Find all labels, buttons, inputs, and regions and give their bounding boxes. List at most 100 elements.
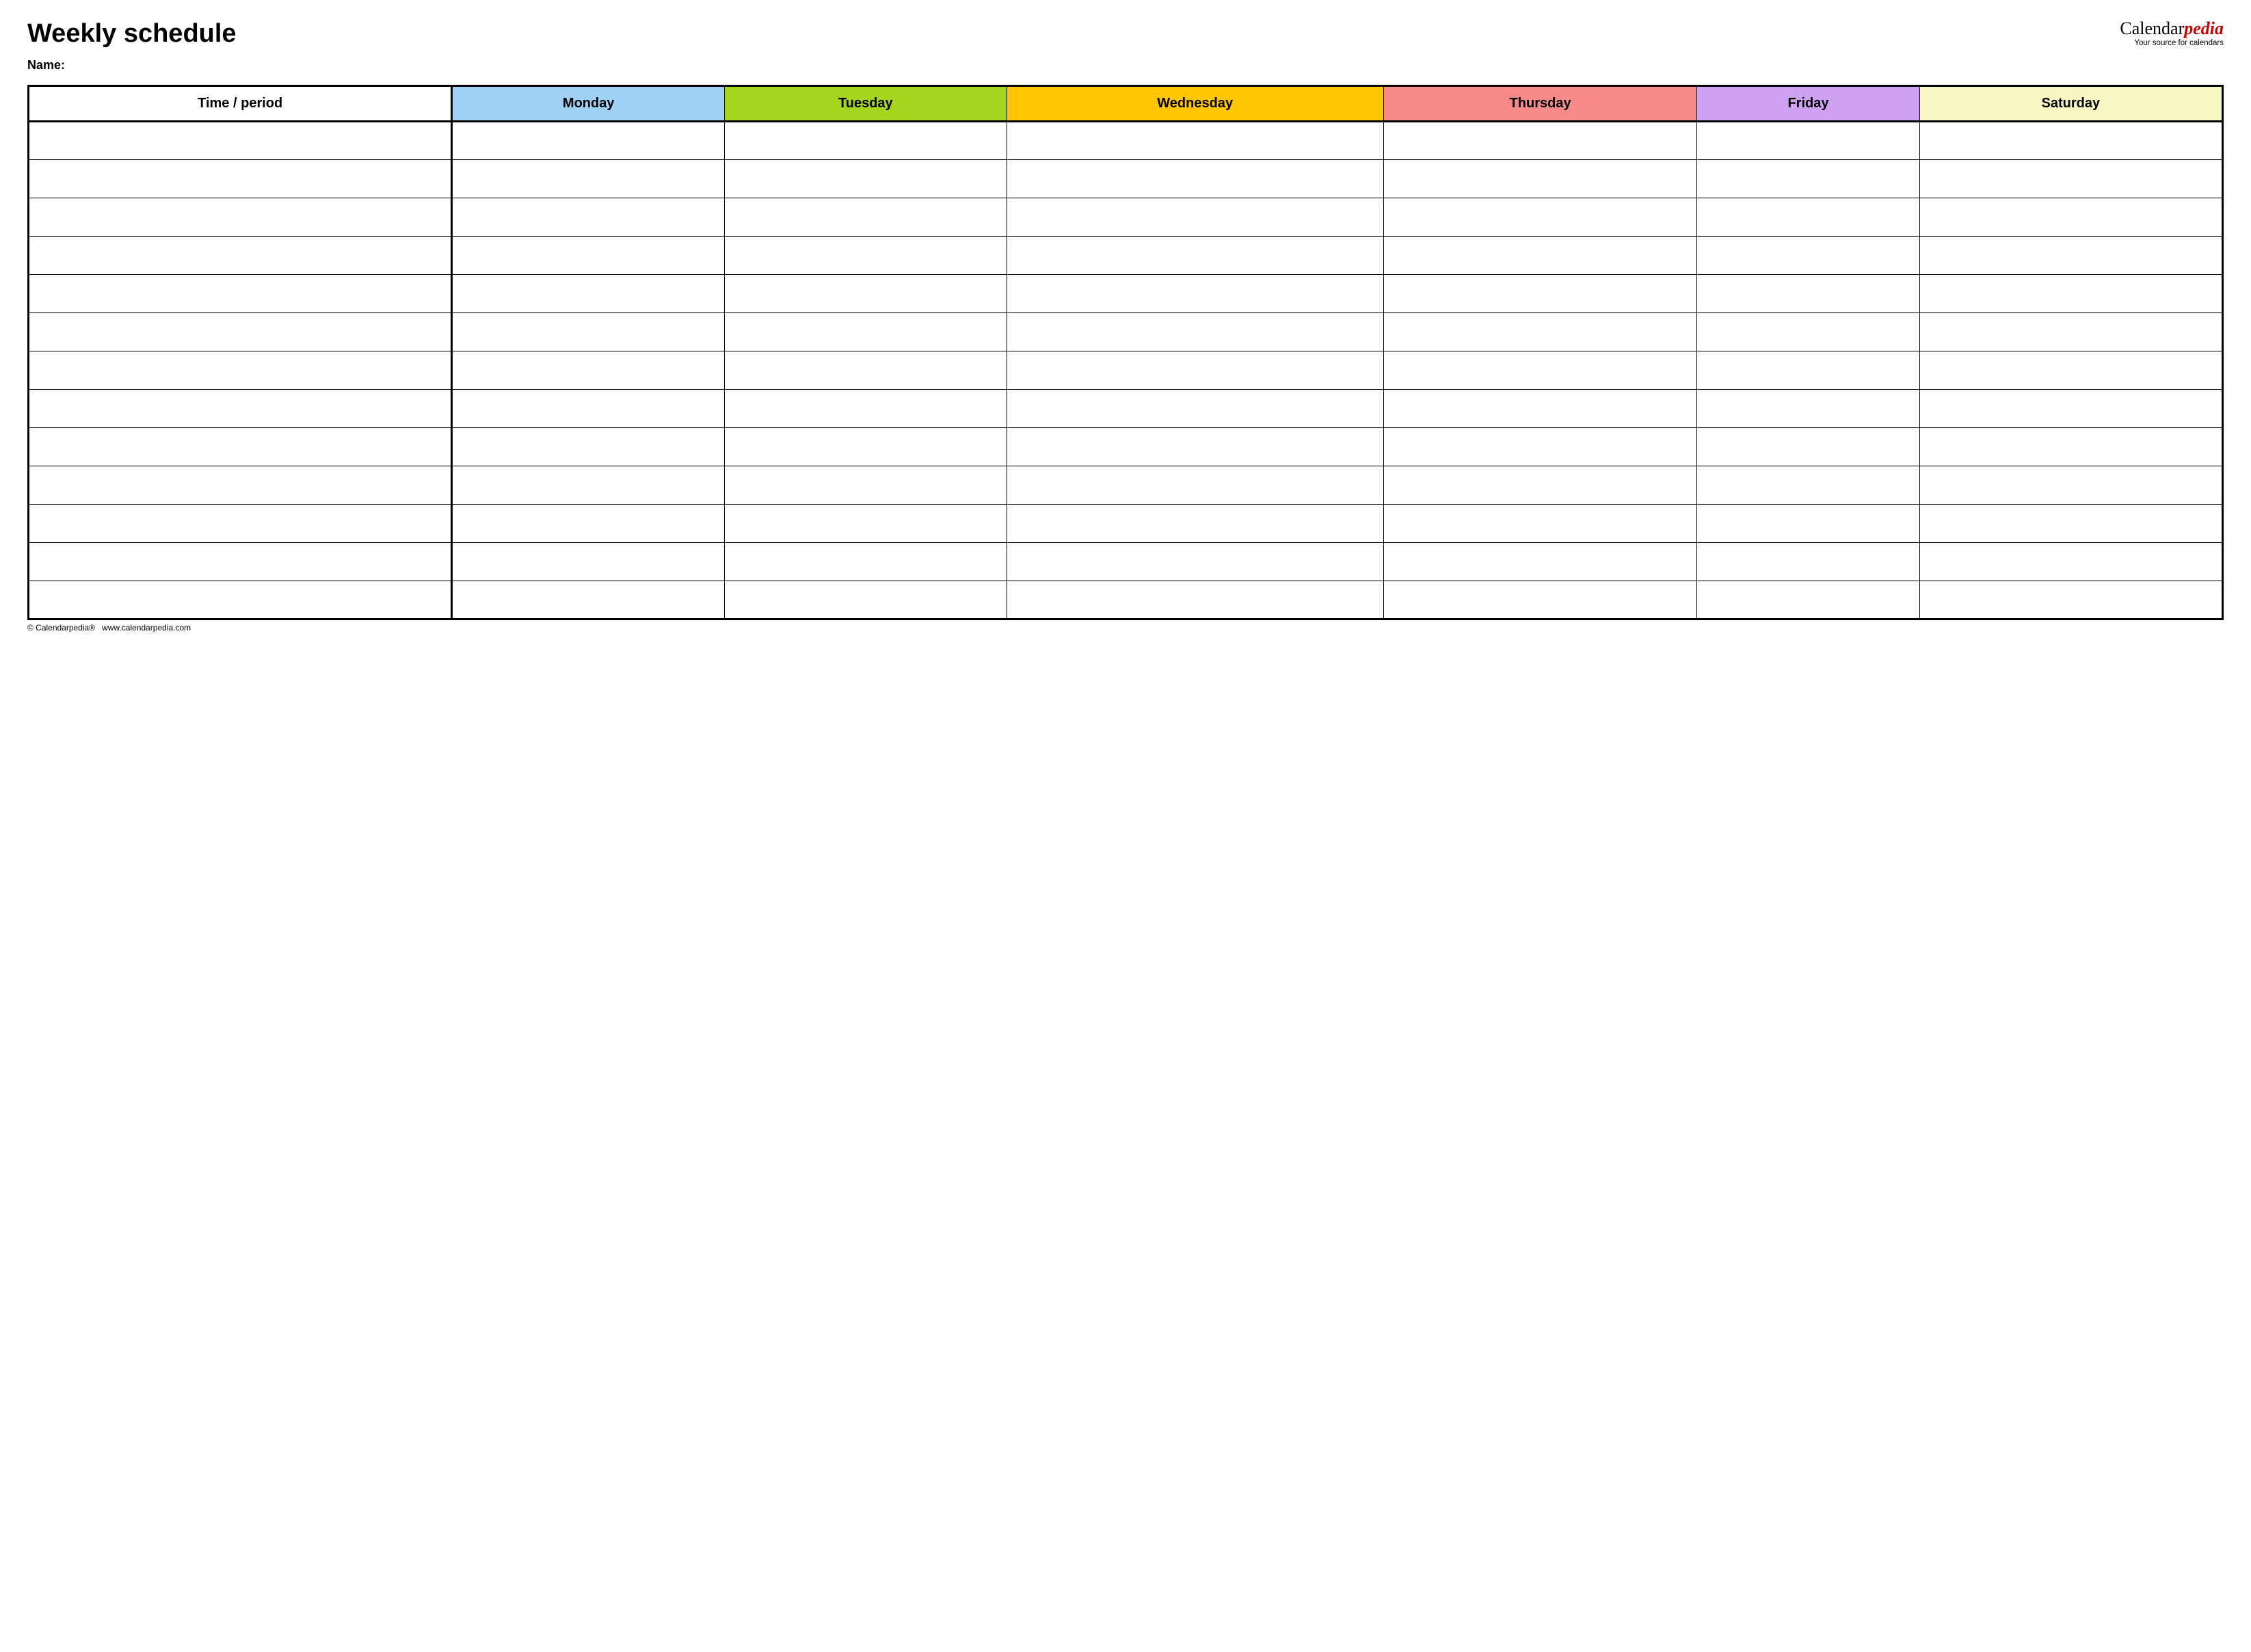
table-row <box>29 237 2223 275</box>
schedule-cell[interactable] <box>452 122 725 160</box>
schedule-cell[interactable] <box>725 390 1007 428</box>
schedule-cell[interactable] <box>1697 505 1919 543</box>
schedule-cell[interactable] <box>725 160 1007 198</box>
schedule-cell[interactable] <box>725 313 1007 351</box>
day-header-wednesday: Wednesday <box>1007 86 1383 122</box>
schedule-cell[interactable] <box>1007 160 1383 198</box>
schedule-cell[interactable] <box>1919 313 2222 351</box>
schedule-cell[interactable] <box>452 428 725 466</box>
schedule-cell[interactable] <box>1383 581 1697 620</box>
schedule-cell[interactable] <box>1697 275 1919 313</box>
schedule-cell[interactable] <box>452 237 725 275</box>
schedule-cell[interactable] <box>1919 428 2222 466</box>
schedule-cell[interactable] <box>1697 351 1919 390</box>
time-cell[interactable] <box>29 351 452 390</box>
time-cell[interactable] <box>29 581 452 620</box>
schedule-cell[interactable] <box>1697 581 1919 620</box>
schedule-cell[interactable] <box>1697 198 1919 237</box>
schedule-cell[interactable] <box>452 581 725 620</box>
schedule-cell[interactable] <box>1007 275 1383 313</box>
time-cell[interactable] <box>29 237 452 275</box>
schedule-cell[interactable] <box>1697 237 1919 275</box>
schedule-cell[interactable] <box>725 505 1007 543</box>
schedule-cell[interactable] <box>452 543 725 581</box>
schedule-cell[interactable] <box>725 275 1007 313</box>
time-cell[interactable] <box>29 428 452 466</box>
schedule-cell[interactable] <box>725 122 1007 160</box>
time-cell[interactable] <box>29 390 452 428</box>
schedule-cell[interactable] <box>452 466 725 505</box>
schedule-cell[interactable] <box>1383 122 1697 160</box>
time-cell[interactable] <box>29 160 452 198</box>
schedule-cell[interactable] <box>1919 351 2222 390</box>
schedule-cell[interactable] <box>1919 275 2222 313</box>
time-cell[interactable] <box>29 313 452 351</box>
time-cell[interactable] <box>29 122 452 160</box>
schedule-cell[interactable] <box>1383 390 1697 428</box>
schedule-cell[interactable] <box>1697 466 1919 505</box>
schedule-cell[interactable] <box>1383 198 1697 237</box>
table-row <box>29 428 2223 466</box>
schedule-cell[interactable] <box>1007 505 1383 543</box>
schedule-cell[interactable] <box>452 275 725 313</box>
schedule-cell[interactable] <box>725 428 1007 466</box>
schedule-cell[interactable] <box>1383 237 1697 275</box>
table-row <box>29 198 2223 237</box>
schedule-cell[interactable] <box>1383 160 1697 198</box>
time-cell[interactable] <box>29 198 452 237</box>
schedule-cell[interactable] <box>1383 543 1697 581</box>
schedule-cell[interactable] <box>725 351 1007 390</box>
table-row <box>29 505 2223 543</box>
schedule-cell[interactable] <box>1697 390 1919 428</box>
schedule-cell[interactable] <box>1919 160 2222 198</box>
schedule-cell[interactable] <box>1383 428 1697 466</box>
time-cell[interactable] <box>29 275 452 313</box>
schedule-cell[interactable] <box>1007 351 1383 390</box>
schedule-cell[interactable] <box>1007 198 1383 237</box>
schedule-cell[interactable] <box>1919 198 2222 237</box>
schedule-cell[interactable] <box>1007 313 1383 351</box>
schedule-cell[interactable] <box>452 390 725 428</box>
schedule-cell[interactable] <box>725 581 1007 620</box>
schedule-cell[interactable] <box>1697 122 1919 160</box>
schedule-cell[interactable] <box>1007 581 1383 620</box>
schedule-cell[interactable] <box>452 198 725 237</box>
time-cell[interactable] <box>29 505 452 543</box>
schedule-cell[interactable] <box>1919 505 2222 543</box>
table-row <box>29 160 2223 198</box>
time-cell[interactable] <box>29 543 452 581</box>
schedule-cell[interactable] <box>1007 428 1383 466</box>
time-cell[interactable] <box>29 466 452 505</box>
schedule-cell[interactable] <box>1697 543 1919 581</box>
page-title: Weekly schedule <box>27 19 237 49</box>
schedule-cell[interactable] <box>1919 390 2222 428</box>
schedule-cell[interactable] <box>725 466 1007 505</box>
table-row <box>29 466 2223 505</box>
schedule-cell[interactable] <box>1007 237 1383 275</box>
schedule-cell[interactable] <box>1007 122 1383 160</box>
schedule-cell[interactable] <box>725 237 1007 275</box>
schedule-cell[interactable] <box>1919 466 2222 505</box>
schedule-cell[interactable] <box>1919 581 2222 620</box>
schedule-cell[interactable] <box>1919 543 2222 581</box>
schedule-cell[interactable] <box>1383 313 1697 351</box>
schedule-cell[interactable] <box>1383 466 1697 505</box>
schedule-cell[interactable] <box>725 543 1007 581</box>
schedule-cell[interactable] <box>452 160 725 198</box>
schedule-cell[interactable] <box>452 505 725 543</box>
day-header-monday: Monday <box>452 86 725 122</box>
schedule-cell[interactable] <box>452 313 725 351</box>
schedule-cell[interactable] <box>1383 351 1697 390</box>
schedule-cell[interactable] <box>725 198 1007 237</box>
schedule-cell[interactable] <box>1007 390 1383 428</box>
schedule-cell[interactable] <box>1383 505 1697 543</box>
schedule-cell[interactable] <box>1007 466 1383 505</box>
schedule-cell[interactable] <box>1383 275 1697 313</box>
schedule-cell[interactable] <box>1697 160 1919 198</box>
schedule-cell[interactable] <box>452 351 725 390</box>
schedule-cell[interactable] <box>1919 237 2222 275</box>
schedule-cell[interactable] <box>1697 428 1919 466</box>
schedule-cell[interactable] <box>1919 122 2222 160</box>
schedule-cell[interactable] <box>1007 543 1383 581</box>
schedule-cell[interactable] <box>1697 313 1919 351</box>
